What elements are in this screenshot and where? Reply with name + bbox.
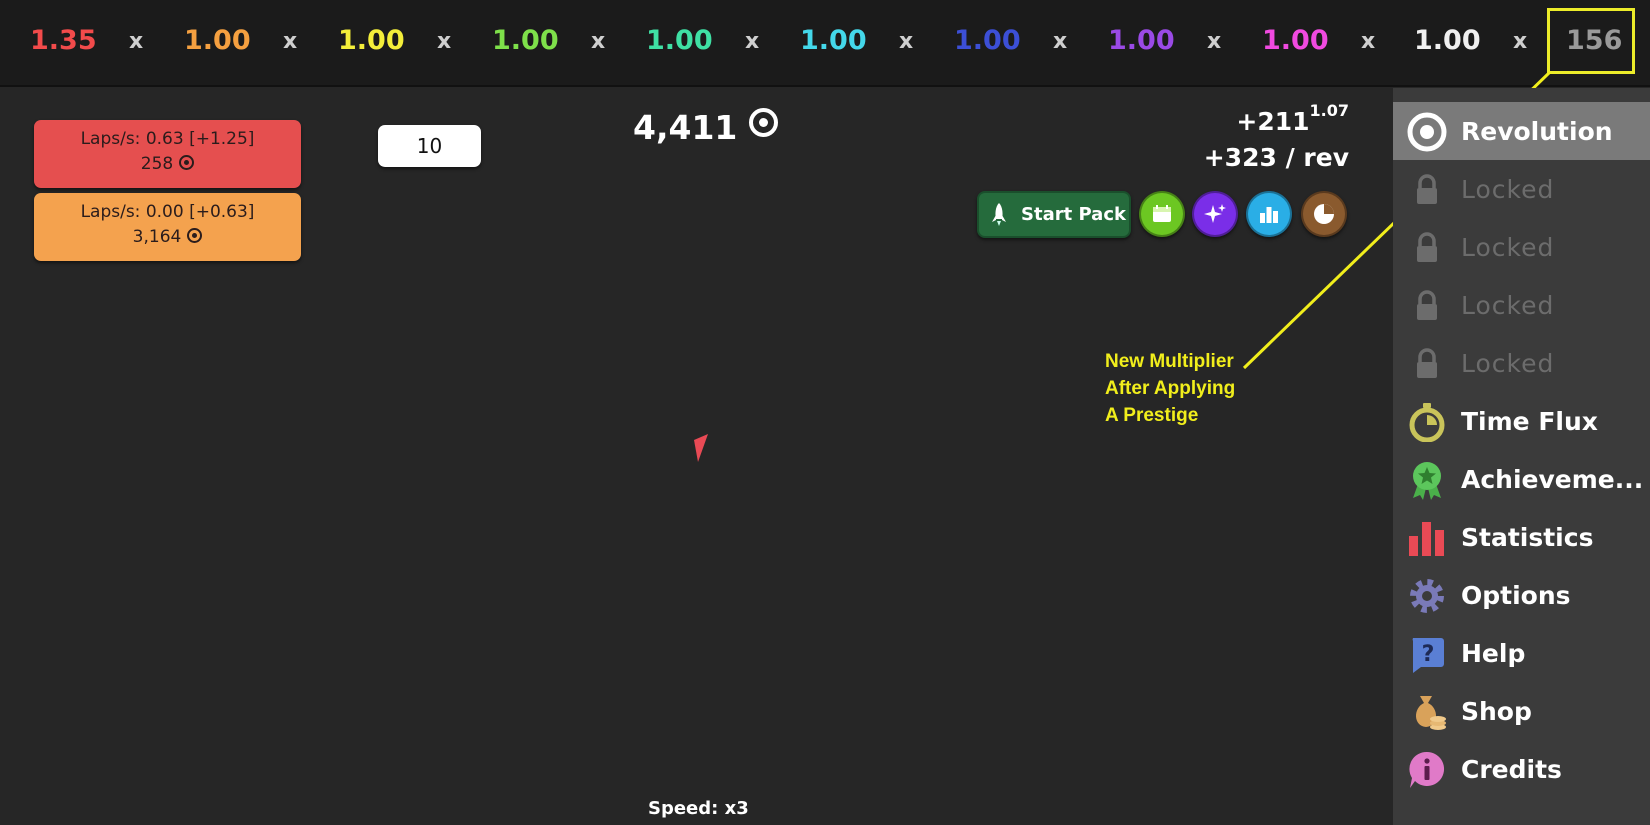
money-bag-icon — [1415, 696, 1446, 730]
sidebar-item-label: Statistics — [1461, 523, 1594, 552]
sidebar-item-label: Achieveme... — [1461, 465, 1644, 494]
revolution-pointer — [694, 434, 708, 462]
sidebar-item-label: Revolution — [1461, 117, 1613, 146]
speed-label: Speed: x3 — [648, 798, 749, 819]
info-icon — [1409, 751, 1445, 788]
annotation-line-2: After Applying — [1105, 378, 1236, 399]
lock-icon — [1417, 232, 1437, 262]
lock-icon — [1417, 174, 1437, 204]
annotation-line-3: A Prestige — [1105, 405, 1199, 426]
sidebar-item-label: Shop — [1461, 697, 1532, 726]
annotation-line-1: New Multiplier — [1105, 351, 1234, 372]
sidebar-item-label: Time Flux — [1461, 407, 1598, 436]
sidebar-item-locked: Locked — [1393, 276, 1650, 334]
sidebar-item-revolution[interactable]: Revolution — [1393, 102, 1650, 160]
sidebar-item-achievements[interactable]: Achieveme... — [1393, 450, 1650, 508]
sidebar-item-locked: Locked — [1393, 334, 1650, 392]
sidebar-item-time-flux[interactable]: Time Flux — [1393, 392, 1650, 450]
gear-icon — [1410, 579, 1444, 613]
sidebar-item-label: Locked — [1461, 175, 1555, 204]
sidebar-item-label: Help — [1461, 639, 1526, 668]
sidebar-item-help[interactable]: ? Help — [1393, 624, 1650, 682]
award-icon — [1413, 462, 1441, 500]
stopwatch-icon — [1409, 403, 1445, 442]
lock-icon — [1417, 290, 1437, 320]
target-icon — [1407, 112, 1447, 152]
sidebar-item-label: Locked — [1461, 349, 1555, 378]
sidebar-item-locked: Locked — [1393, 160, 1650, 218]
sidebar-item-shop[interactable]: Shop — [1393, 682, 1650, 740]
sidebar-item-statistics[interactable]: Statistics — [1393, 508, 1650, 566]
sidebar-item-options[interactable]: Options — [1393, 566, 1650, 624]
sidebar: Revolution Locked Locked Locked Locked T… — [1393, 88, 1650, 825]
annotation-text: New Multiplier After Applying A Prestige — [1105, 348, 1235, 429]
sidebar-item-locked: Locked — [1393, 218, 1650, 276]
sidebar-item-label: Options — [1461, 581, 1571, 610]
svg-text:?: ? — [1422, 642, 1435, 667]
sidebar-item-label: Credits — [1461, 755, 1562, 784]
bar-chart-icon — [1409, 522, 1444, 556]
lock-icon — [1417, 348, 1437, 378]
help-icon: ? — [1412, 638, 1444, 673]
sidebar-item-label: Locked — [1461, 233, 1555, 262]
sidebar-item-credits[interactable]: Credits — [1393, 740, 1650, 798]
sidebar-item-label: Locked — [1461, 291, 1555, 320]
